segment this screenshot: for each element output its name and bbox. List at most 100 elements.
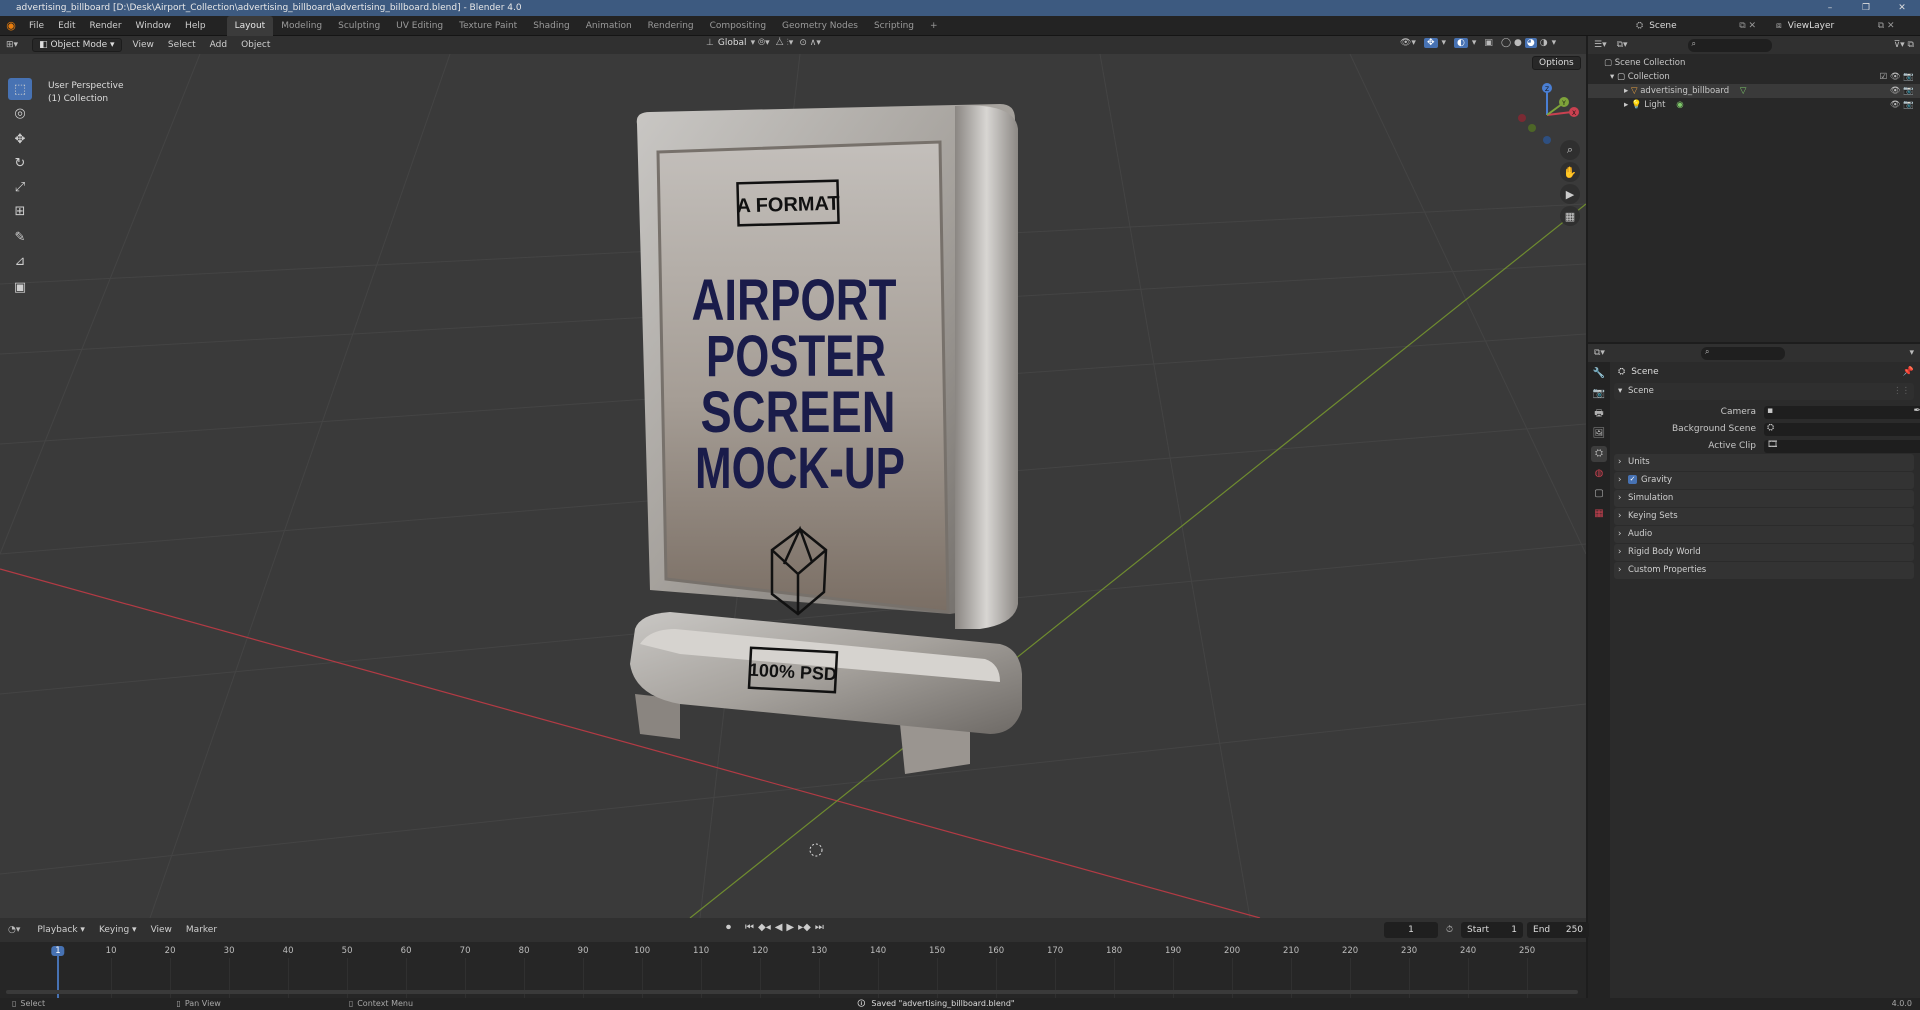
rotate-tool[interactable]: ↻: [8, 152, 32, 174]
prev-keyframe-icon[interactable]: ◆◂: [758, 922, 771, 933]
shading-options-icon[interactable]: ▾: [1552, 38, 1557, 48]
menu-edit[interactable]: Edit: [51, 16, 82, 36]
menu-playback[interactable]: Playback ▾: [30, 918, 92, 942]
xray-icon[interactable]: ▣: [1484, 38, 1493, 48]
view-layer-tab-icon[interactable]: 🖼: [1591, 426, 1607, 442]
timeline-area[interactable]: 1 10 20 30 40 50 60 70 80 90 100 110 120 130 140 150 160…: [0, 942, 1586, 998]
3d-viewport[interactable]: A FORMAT AIRPORT POSTER SCREEN MOCK-UP 1…: [0, 54, 1586, 918]
jump-start-icon[interactable]: ⏮: [745, 922, 754, 933]
filter-icon[interactable]: ⊽▾ ⧉: [1894, 40, 1914, 50]
outliner-editor-icon[interactable]: ☰▾: [1594, 40, 1607, 50]
snap-icon[interactable]: ⧊ ⫶▾: [776, 38, 794, 48]
jump-end-icon[interactable]: ⏭: [815, 922, 824, 933]
play-reverse-icon[interactable]: ◀: [775, 922, 783, 933]
new-viewlayer-icon[interactable]: ⧉ ✕: [1878, 21, 1895, 31]
panel-rigid-body-world[interactable]: › Rigid Body World: [1614, 544, 1914, 561]
panel-gravity[interactable]: › ✓ Gravity: [1614, 472, 1914, 489]
timeline-scrollbar[interactable]: [6, 990, 1578, 994]
viewlayer-selector[interactable]: ViewLayer: [1788, 21, 1878, 31]
panel-scene[interactable]: ▾ Scene ⋮⋮: [1614, 383, 1914, 400]
pin-icon[interactable]: 📌: [1903, 367, 1914, 377]
viewlayer-icon[interactable]: ⧈: [1776, 21, 1782, 31]
eyedropper-icon[interactable]: ✒: [1913, 406, 1920, 416]
tool-tab-icon[interactable]: 🔧: [1591, 366, 1607, 382]
measure-tool[interactable]: ⊿: [8, 250, 32, 272]
add-workspace-button[interactable]: +: [922, 16, 946, 36]
menu-view[interactable]: View: [126, 36, 161, 54]
options-button[interactable]: Options: [1532, 56, 1581, 70]
scene-tab-icon[interactable]: ⛭: [1591, 446, 1607, 462]
expand-collection-icon[interactable]: ▾: [1610, 72, 1617, 82]
menu-add[interactable]: Add: [203, 36, 234, 54]
collection-tab-icon[interactable]: ▢: [1591, 486, 1607, 502]
visibility-eye-icon[interactable]: 👁: [1890, 86, 1901, 96]
gizmo-toggle-icon[interactable]: ✥: [1423, 38, 1438, 48]
menu-help[interactable]: Help: [178, 16, 213, 36]
expand-object-icon[interactable]: ▸: [1624, 100, 1631, 110]
menu-window[interactable]: Window: [129, 16, 179, 36]
menu-file[interactable]: File: [22, 16, 51, 36]
tab-rendering[interactable]: Rendering: [640, 16, 702, 36]
close-button[interactable]: ✕: [1884, 0, 1920, 16]
current-frame-field[interactable]: 1: [1384, 922, 1438, 938]
tab-animation[interactable]: Animation: [578, 16, 640, 36]
visibility-eye-icon[interactable]: 👁: [1890, 100, 1901, 110]
wireframe-shading-icon[interactable]: ◯: [1501, 38, 1511, 48]
visibility-icon[interactable]: 👁▾: [1400, 38, 1416, 48]
world-tab-icon[interactable]: ◍: [1591, 466, 1607, 482]
pivot-icon[interactable]: ▾ ⦾▾: [751, 38, 770, 48]
scene-icon[interactable]: ⛭: [1636, 21, 1643, 31]
scene-selector[interactable]: Scene: [1649, 21, 1739, 31]
transform-tool[interactable]: ⊞: [8, 200, 32, 222]
mode-dropdown[interactable]: ◧ Object Mode ▾: [32, 38, 122, 52]
menu-object[interactable]: Object: [234, 36, 277, 54]
render-camera-icon[interactable]: 📷: [1903, 100, 1914, 110]
panel-custom-properties[interactable]: › Custom Properties: [1614, 562, 1914, 579]
panel-keying-sets[interactable]: › Keying Sets: [1614, 508, 1914, 525]
transform-orientation-dropdown[interactable]: Global: [718, 38, 747, 48]
texture-tab-icon[interactable]: ▦: [1591, 506, 1607, 522]
menu-select[interactable]: Select: [161, 36, 203, 54]
output-tab-icon[interactable]: 🖶: [1591, 406, 1607, 422]
tab-texture-paint[interactable]: Texture Paint: [451, 16, 525, 36]
tab-layout[interactable]: Layout: [226, 15, 274, 36]
menu-marker[interactable]: Marker: [179, 918, 224, 942]
tab-compositing[interactable]: Compositing: [702, 16, 774, 36]
transform-orientation-icon[interactable]: ⊥: [706, 38, 714, 48]
pan-hand-icon[interactable]: ✋: [1560, 162, 1580, 182]
render-tab-icon[interactable]: 📷: [1591, 386, 1607, 402]
menu-render[interactable]: Render: [83, 16, 129, 36]
annotate-tool[interactable]: ✎: [8, 226, 32, 248]
billboard-model[interactable]: A FORMAT AIRPORT POSTER SCREEN MOCK-UP 1…: [560, 84, 1080, 884]
maximize-button[interactable]: ❐: [1848, 0, 1884, 16]
outliner-row-collection[interactable]: ▾ ▢ Collection ☑ 👁 📷: [1588, 70, 1920, 84]
tab-scripting[interactable]: Scripting: [866, 16, 922, 36]
properties-search-field[interactable]: ⌕: [1700, 346, 1785, 360]
play-icon[interactable]: ▶: [786, 922, 794, 933]
material-shading-icon[interactable]: ◕: [1524, 38, 1537, 48]
panel-simulation[interactable]: › Simulation: [1614, 490, 1914, 507]
new-scene-icon[interactable]: ⧉ ✕: [1739, 21, 1756, 31]
timeline-editor-icon[interactable]: ◔▾: [8, 925, 20, 935]
display-mode-icon[interactable]: ⧉▾: [1617, 40, 1628, 50]
panel-audio[interactable]: › Audio: [1614, 526, 1914, 543]
outliner-search-field[interactable]: ⌕: [1687, 38, 1772, 52]
add-cube-tool[interactable]: ▣: [8, 276, 32, 298]
minimize-button[interactable]: –: [1812, 0, 1848, 16]
background-scene-field[interactable]: ⛭: [1764, 423, 1920, 436]
properties-options-icon[interactable]: ▾: [1909, 348, 1914, 358]
camera-view-icon[interactable]: ▶: [1560, 184, 1580, 204]
next-keyframe-icon[interactable]: ▸◆: [798, 922, 811, 933]
outliner-row-scene-collection[interactable]: ▢ Scene Collection: [1588, 56, 1920, 70]
expand-object-icon[interactable]: ▸: [1624, 86, 1631, 96]
solid-shading-icon[interactable]: ●: [1514, 38, 1522, 48]
outliner-row-light[interactable]: ▸ 💡 Light ◉ 👁 📷: [1588, 98, 1920, 112]
end-frame-field[interactable]: End 250: [1527, 922, 1590, 938]
proportional-edit-icon[interactable]: ⊙ ∧▾: [799, 38, 821, 48]
overlay-toggle-icon[interactable]: ◐: [1454, 38, 1468, 48]
editor-type-icon[interactable]: ⊞▾: [6, 40, 18, 50]
perspective-toggle-icon[interactable]: ▦: [1560, 206, 1580, 226]
render-camera-icon[interactable]: 📷: [1903, 86, 1914, 96]
tab-sculpting[interactable]: Sculpting: [330, 16, 388, 36]
start-frame-field[interactable]: Start 1: [1461, 922, 1524, 938]
